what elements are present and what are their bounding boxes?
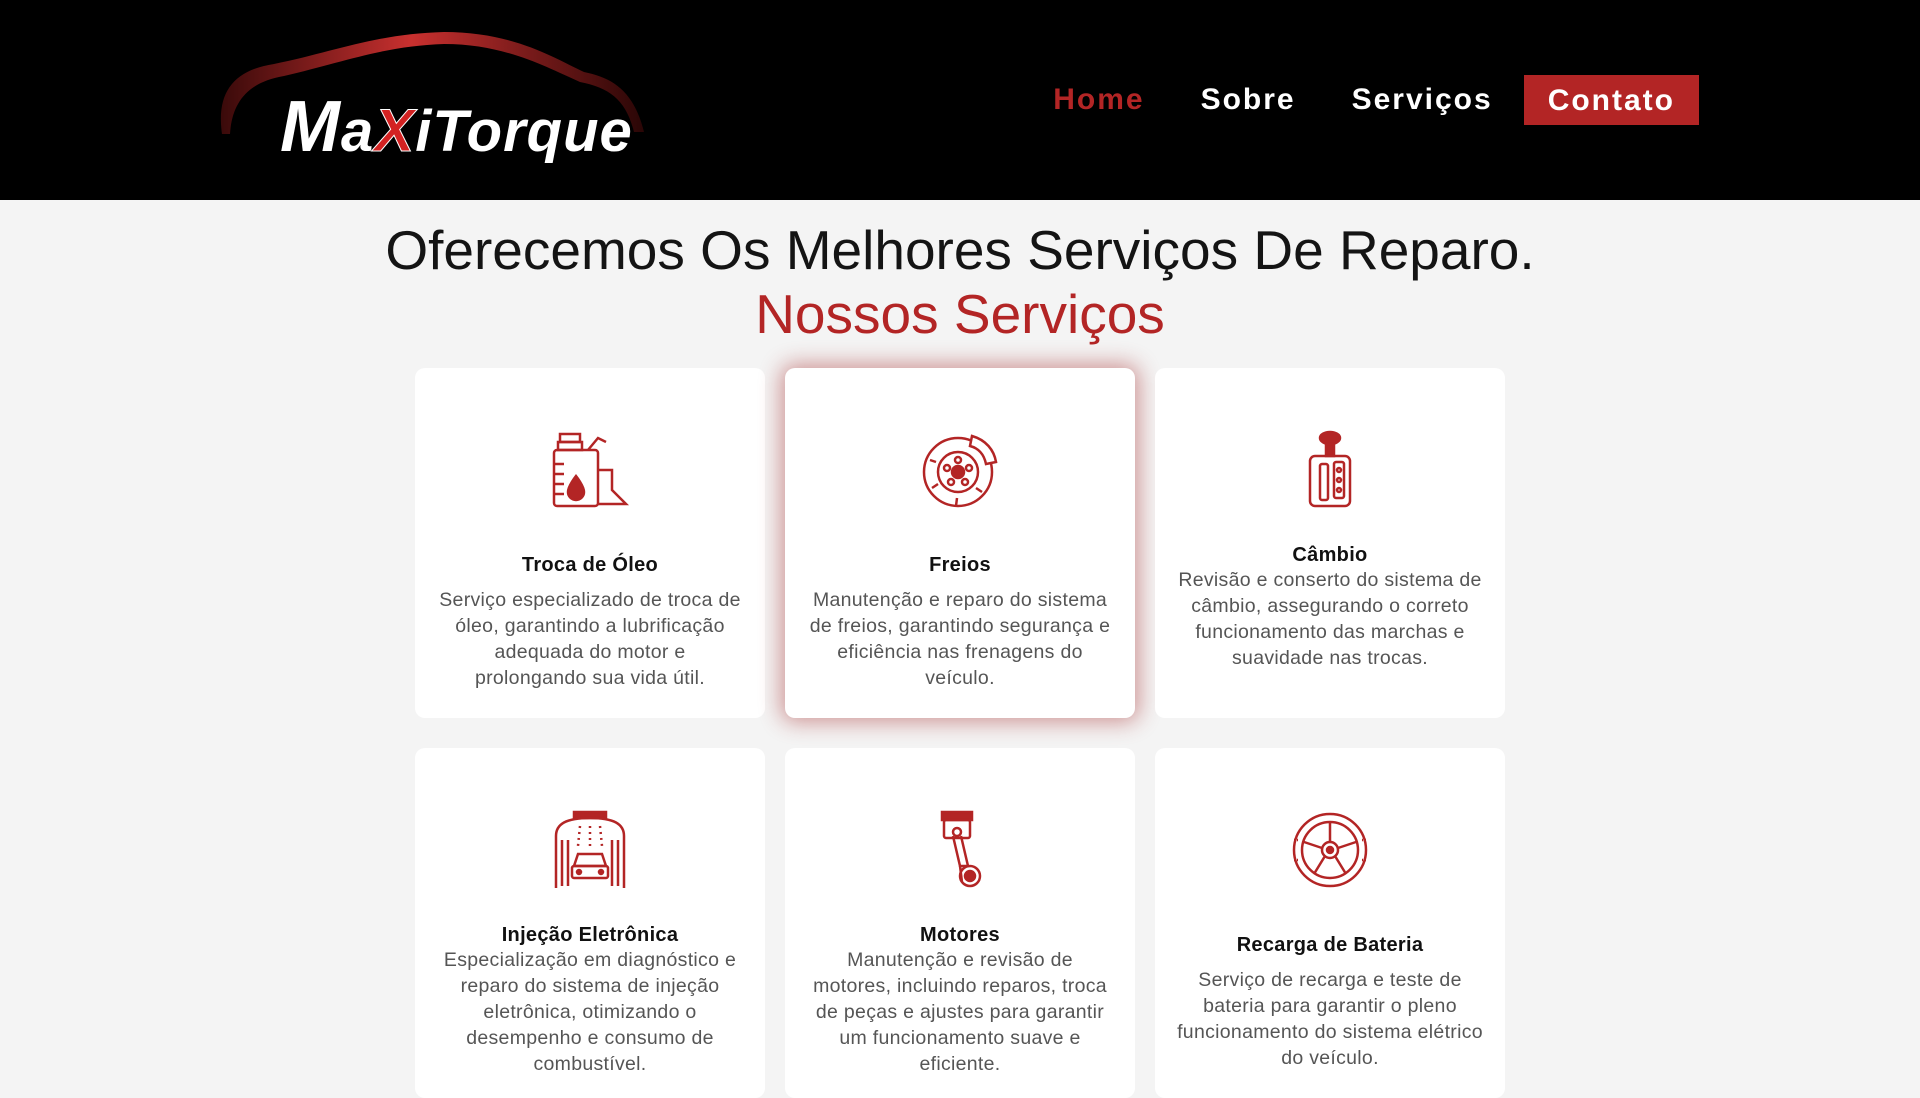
service-card-battery[interactable]: Recarga de Bateria Serviço de recarga e … <box>1155 748 1505 1098</box>
service-card-brakes[interactable]: Freios Manutenção e reparo do sistema de… <box>785 368 1135 718</box>
nav-home-link[interactable]: Home <box>1053 83 1144 117</box>
brand-name: MaXiTorque <box>280 87 633 167</box>
service-title: Motores <box>920 924 1000 946</box>
service-description: Manutenção e reparo do sistema de freios… <box>809 589 1111 689</box>
contact-button[interactable]: Contato <box>1523 75 1699 125</box>
service-title: Câmbio <box>1292 544 1368 566</box>
brand-logo[interactable]: MaXiTorque <box>214 22 664 172</box>
service-card-gearbox[interactable]: Câmbio Revisão e conserto do sistema de … <box>1155 368 1505 718</box>
oil-can-icon <box>552 432 630 508</box>
service-description: Manutenção e revisão de motores, incluin… <box>813 949 1107 1075</box>
page-headline: Oferecemos Os Melhores Serviços De Repar… <box>385 219 1535 281</box>
header: MaXiTorque Home Sobre Serviços Contato <box>0 0 1920 200</box>
main-nav: Home Sobre Serviços Contato <box>997 75 1699 125</box>
piston-icon <box>940 810 982 888</box>
service-title: Injeção Eletrônica <box>501 924 679 946</box>
service-description: Serviço especializado de troca de óleo, … <box>439 589 741 689</box>
car-wash-icon <box>554 810 626 888</box>
service-title: Recarga de Bateria <box>1236 934 1424 956</box>
section-title: Nossos Serviços <box>755 283 1165 345</box>
gear-shift-icon <box>1308 430 1352 508</box>
brake-disc-icon <box>922 434 998 508</box>
service-description: Revisão e conserto do sistema de câmbio,… <box>1178 569 1482 669</box>
wheel-icon <box>1292 812 1368 888</box>
service-title: Troca de Óleo <box>521 554 659 576</box>
service-card-injection[interactable]: Injeção Eletrônica Especialização em dia… <box>415 748 765 1098</box>
service-title: Freios <box>929 554 991 576</box>
service-description: Especialização em diagnóstico e reparo d… <box>443 949 737 1075</box>
nav-services-link[interactable]: Serviços <box>1352 83 1493 117</box>
nav-about-link[interactable]: Sobre <box>1201 83 1296 117</box>
service-card-engines[interactable]: Motores Manutenção e revisão de motores,… <box>785 748 1135 1098</box>
service-description: Serviço de recarga e teste de bateria pa… <box>1177 969 1483 1069</box>
service-card-oil[interactable]: Troca de Óleo Serviço especializado de t… <box>415 368 765 718</box>
